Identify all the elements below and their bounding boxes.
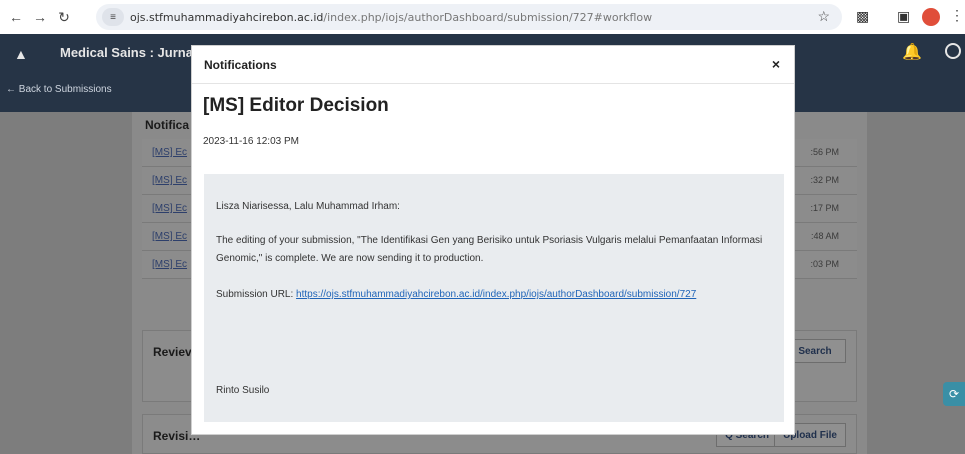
notifications-heading: Notifica <box>145 118 190 132</box>
notification-link[interactable]: [MS] Ec <box>152 231 187 242</box>
back-arrow-icon[interactable]: ← <box>4 5 28 29</box>
close-icon[interactable]: × <box>772 56 780 72</box>
submission-url-link[interactable]: https://ojs.stfmuhammadiyahcirebon.ac.id… <box>296 289 696 300</box>
journal-title[interactable]: Medical Sains : Jurnal <box>60 45 197 60</box>
email-subject: [MS] Editor Decision <box>203 95 389 116</box>
submission-url-label: Submission URL: <box>216 289 294 300</box>
notification-time: :32 PM <box>810 175 839 185</box>
reload-icon[interactable]: ↻ <box>52 5 76 29</box>
profile-avatar-icon[interactable] <box>922 8 940 26</box>
submission-url-line: Submission URL: https://ojs.stfmuhammadi… <box>216 286 772 304</box>
email-body-text: The editing of your submission, "The Ide… <box>216 235 763 264</box>
review-files-label: Reviev <box>153 345 192 359</box>
ojs-logo-icon[interactable]: ▲ <box>14 46 28 62</box>
browser-menu-icon[interactable]: ⋮ <box>950 7 964 24</box>
notification-time: :56 PM <box>810 147 839 157</box>
notification-time: :17 PM <box>810 203 839 213</box>
forward-arrow-icon[interactable]: → <box>28 5 52 29</box>
email-date: 2023-11-16 12:03 PM <box>203 136 299 147</box>
back-to-submissions-link[interactable]: ← Back to Submissions <box>6 84 112 95</box>
url-text[interactable]: ojs.stfmuhammadiyahcirebon.ac.id/index.p… <box>130 11 652 24</box>
modal-title: Notifications <box>204 58 277 72</box>
email-signature: Rinto Susilo <box>216 385 270 396</box>
address-bar[interactable]: ≡ ojs.stfmuhammadiyahcirebon.ac.id/index… <box>96 4 842 30</box>
modal-header: Notifications × <box>192 46 794 84</box>
notifications-bell-icon[interactable]: 🔔 <box>902 42 922 62</box>
email-greeting: Lisza Niarisessa, Lalu Muhammad Irham: <box>216 201 400 212</box>
email-body: Lisza Niarisessa, Lalu Muhammad Irham: T… <box>204 174 784 422</box>
side-widget-icon[interactable]: ⟳ <box>943 382 965 406</box>
notification-time: :03 PM <box>810 259 839 269</box>
browser-toolbar: ← → ↻ ≡ ojs.stfmuhammadiyahcirebon.ac.id… <box>0 0 965 34</box>
notification-link[interactable]: [MS] Ec <box>152 175 187 186</box>
sidepanel-icon[interactable]: ▣ <box>897 8 910 25</box>
extensions-icon[interactable]: ▩ <box>856 8 869 25</box>
user-profile-icon[interactable] <box>945 43 961 59</box>
bookmark-star-icon[interactable]: ☆ <box>817 8 830 25</box>
notification-time: :48 AM <box>810 231 839 241</box>
notification-link[interactable]: [MS] Ec <box>152 203 187 214</box>
notification-link[interactable]: [MS] Ec <box>152 259 187 270</box>
notification-modal: Notifications × [MS] Editor Decision 202… <box>191 45 795 435</box>
notification-link[interactable]: [MS] Ec <box>152 147 187 158</box>
site-settings-icon[interactable]: ≡ <box>102 8 124 26</box>
